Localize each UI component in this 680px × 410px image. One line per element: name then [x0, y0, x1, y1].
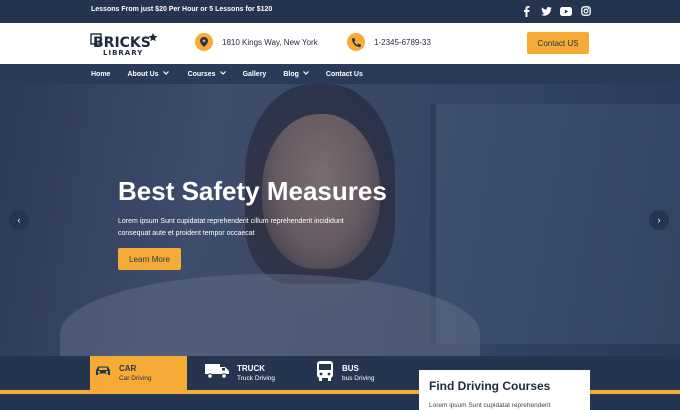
- youtube-icon[interactable]: [560, 5, 572, 17]
- hero-slider: Best Safety Measures Lorem ipsum Sunt cu…: [0, 84, 680, 356]
- hero-title: Best Safety Measures: [118, 176, 387, 206]
- site-header: BRICKS LIBRARY 1810 Kings Way, New York …: [0, 23, 680, 64]
- learn-more-button[interactable]: Learn More: [118, 248, 181, 270]
- main-nav: Home About Us Courses Gallery Blog Conta…: [0, 64, 680, 84]
- phone-icon: [347, 33, 365, 51]
- nav-item-label: Gallery: [242, 70, 267, 78]
- course-tab-car[interactable]: CAR Car Driving: [90, 356, 187, 390]
- slider-next-arrow[interactable]: ›: [649, 210, 669, 230]
- hero-description: Lorem ipsum Sunt cupidatat reprehenderit…: [118, 218, 344, 237]
- chevron-down-icon: [219, 71, 226, 77]
- facebook-icon[interactable]: [520, 5, 532, 17]
- nav-item-label: Contact Us: [325, 70, 363, 78]
- nav-menu: Home About Us Courses Gallery Blog Conta…: [91, 64, 363, 84]
- course-tab-title: CAR: [119, 364, 137, 373]
- bricks-library-logo[interactable]: BRICKS LIBRARY: [90, 31, 160, 57]
- nav-item-home[interactable]: Home: [91, 71, 110, 78]
- find-courses-panel: Find Driving Courses Lorem ipsum Sunt cu…: [419, 370, 590, 410]
- nav-item-label: Home: [91, 70, 111, 78]
- address-text: 1810 Kings Way, New York: [222, 37, 318, 47]
- location-pin-icon: [195, 33, 213, 51]
- chevron-left-icon: ‹: [17, 215, 21, 225]
- promo-text: Lessons From just $20 Per Hour or 5 Less…: [91, 6, 273, 13]
- contact-us-button[interactable]: Contact US: [527, 32, 589, 54]
- svg-text:LIBRARY: LIBRARY: [103, 49, 143, 57]
- phone-info: 1-2345-6789-33: [347, 33, 431, 51]
- phone-text[interactable]: 1-2345-6789-33: [374, 38, 431, 47]
- nav-item-label: Courses: [187, 70, 216, 78]
- instagram-icon[interactable]: [580, 5, 592, 17]
- nav-item-gallery[interactable]: Gallery: [243, 71, 267, 78]
- course-tab-subtitle: Truck Driving: [237, 375, 276, 382]
- truck-icon: [205, 363, 229, 384]
- course-tab-title: BUS: [342, 364, 359, 373]
- twitter-icon[interactable]: [540, 5, 552, 17]
- top-bar: Lessons From just $20 Per Hour or 5 Less…: [0, 0, 680, 23]
- course-tab-subtitle: bus Driving: [342, 375, 375, 382]
- nav-item-label: About Us: [127, 70, 159, 78]
- car-icon: [95, 364, 111, 382]
- course-tab-bus[interactable]: BUS bus Driving: [311, 356, 411, 390]
- bus-icon: [316, 360, 334, 386]
- nav-item-contact-us[interactable]: Contact Us: [326, 71, 363, 78]
- nav-item-about-us[interactable]: About Us: [127, 70, 169, 78]
- address-info: 1810 Kings Way, New York: [195, 33, 318, 51]
- chevron-right-icon: ›: [657, 215, 661, 225]
- find-courses-title: Find Driving Courses: [429, 379, 551, 393]
- slider-prev-arrow[interactable]: ‹: [9, 210, 29, 230]
- course-tab-subtitle: Car Driving: [119, 375, 152, 382]
- nav-item-courses[interactable]: Courses: [188, 71, 226, 78]
- course-tab-truck[interactable]: TRUCK Truck Driving: [200, 356, 300, 390]
- find-courses-text: Lorem ipsum Sunt cupidatat reprehenderit: [429, 402, 551, 409]
- chevron-down-icon: [162, 71, 169, 77]
- nav-item-blog[interactable]: Blog: [283, 71, 309, 78]
- chevron-down-icon: [302, 71, 309, 77]
- course-tab-title: TRUCK: [237, 364, 265, 373]
- nav-item-label: Blog: [283, 70, 299, 78]
- social-links: [520, 5, 592, 17]
